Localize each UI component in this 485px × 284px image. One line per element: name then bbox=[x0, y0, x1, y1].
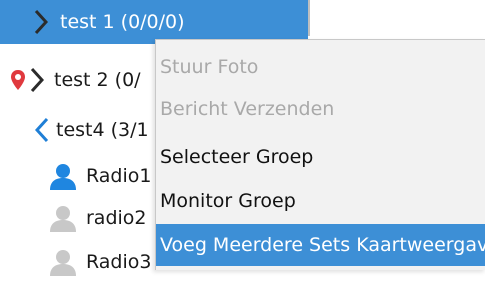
menu-item-select-group[interactable]: Selecteer Groep bbox=[156, 136, 485, 178]
chevron-left-icon[interactable] bbox=[34, 117, 50, 143]
tree-item-radio3[interactable]: Radio3 bbox=[0, 240, 151, 284]
context-menu: Stuur Foto Bericht Verzenden Selecteer G… bbox=[155, 39, 485, 270]
menu-item-monitor-group[interactable]: Monitor Groep bbox=[156, 180, 485, 222]
user-offline-icon bbox=[48, 247, 78, 277]
menu-item-add-multiple-sets-map-view[interactable]: Voeg Meerdere Sets Kaartweergave bbox=[156, 224, 485, 266]
user-offline-icon bbox=[48, 203, 78, 233]
tree-item-radio1[interactable]: Radio1 bbox=[0, 154, 151, 198]
user-online-icon bbox=[48, 161, 78, 191]
tree-item-label: test4 (3/1 bbox=[56, 119, 149, 141]
menu-item-send-photo[interactable]: Stuur Foto bbox=[156, 46, 485, 88]
menu-item-send-message[interactable]: Bericht Verzenden bbox=[156, 88, 485, 130]
tree-item-test1[interactable]: test 1 (0/0/0) bbox=[0, 0, 308, 44]
tree-item-label: test 2 (0/ bbox=[54, 69, 141, 91]
chevron-right-icon[interactable] bbox=[28, 67, 46, 93]
tree-item-label: Radio3 bbox=[86, 251, 152, 273]
tree-item-label: radio2 bbox=[86, 207, 147, 229]
tree-item-test4[interactable]: test4 (3/1 bbox=[0, 108, 149, 152]
scrollbar-track[interactable] bbox=[308, 0, 310, 36]
tree-item-radio2[interactable]: radio2 bbox=[0, 196, 147, 240]
tree-item-test2[interactable]: test 2 (0/ bbox=[0, 58, 141, 102]
tree-item-label: test 1 (0/0/0) bbox=[60, 11, 185, 33]
location-pin-icon bbox=[10, 69, 26, 91]
tree-item-label: Radio1 bbox=[86, 165, 152, 187]
chevron-right-icon[interactable] bbox=[30, 9, 52, 35]
